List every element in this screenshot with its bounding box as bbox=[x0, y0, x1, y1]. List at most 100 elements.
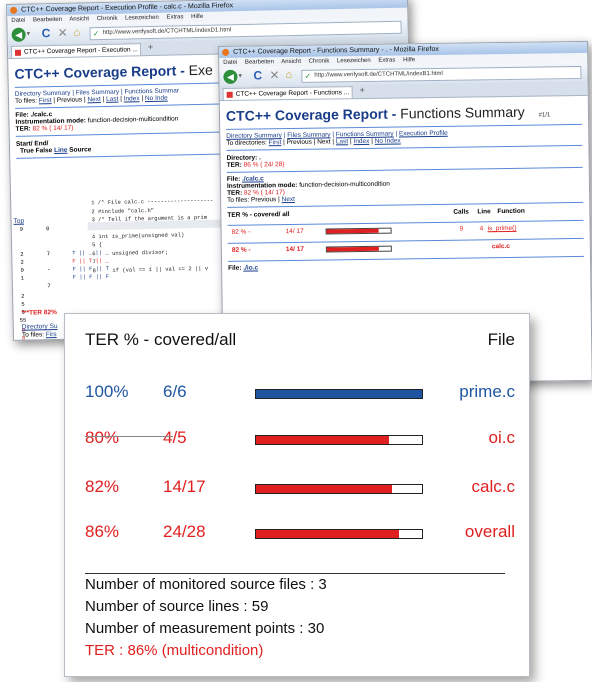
forward-dropdown-icon[interactable]: ▾ bbox=[27, 30, 31, 38]
menu-lesezeichen[interactable]: Lesezeichen bbox=[337, 58, 371, 64]
menu-lesezeichen[interactable]: Lesezeichen bbox=[125, 15, 159, 22]
row-covered: 14/ 17 bbox=[285, 245, 304, 254]
coverage-bar-fill bbox=[256, 436, 389, 444]
code-line: 4 int is_prime(unsigned val) bbox=[91, 231, 185, 241]
coverage-bar bbox=[255, 484, 423, 494]
count-row: 2 bbox=[20, 259, 23, 266]
coverage-summary-panel: TER % - covered/all File 100% 6/6 prime.… bbox=[64, 313, 530, 677]
stop-icon[interactable]: ✕ bbox=[269, 68, 279, 82]
row-file[interactable]: calc.c bbox=[472, 477, 515, 497]
coverage-bar-fill bbox=[256, 390, 422, 398]
cond-text: F || F || F bbox=[72, 272, 110, 281]
ter-label: TER: bbox=[226, 161, 242, 169]
menu-extras[interactable]: Extras bbox=[166, 14, 183, 20]
count-row: 0 - bbox=[21, 266, 51, 274]
reload-icon[interactable]: C bbox=[41, 26, 50, 40]
address-bar[interactable]: ✓ http://www.verifysoft.de/CTCHTML/index… bbox=[301, 65, 582, 83]
file-link[interactable]: ./io.c bbox=[243, 264, 258, 271]
count-false: 7 bbox=[47, 282, 51, 290]
extra-count: 5 bbox=[21, 300, 25, 308]
ter-value: 82 % ( 14/ 17) bbox=[32, 124, 74, 133]
index-link[interactable]: Index bbox=[124, 95, 140, 102]
execution-profile-link[interactable]: Execution Profile bbox=[399, 130, 448, 138]
count-true: 1 bbox=[20, 274, 25, 282]
count-false: 0 bbox=[46, 225, 50, 233]
forward-dropdown-icon[interactable]: ▾ bbox=[238, 72, 242, 80]
tab-favicon-icon bbox=[14, 49, 22, 56]
tab-favicon-icon bbox=[226, 91, 233, 98]
page-number: #1/1 bbox=[538, 112, 551, 119]
row-file[interactable]: oi.c bbox=[489, 428, 515, 448]
next-link[interactable]: Next bbox=[282, 196, 295, 203]
no-index-link[interactable]: No Inde bbox=[145, 95, 168, 102]
top-link[interactable]: Top bbox=[13, 218, 24, 225]
title-main: CTC++ Coverage Report - bbox=[225, 105, 397, 124]
row-percent: 100% bbox=[85, 382, 129, 401]
count-false: 7 bbox=[46, 250, 51, 258]
index-link[interactable]: Index bbox=[353, 138, 369, 145]
source-code: 1 /* File calc.c -------------------- 2 … bbox=[91, 189, 215, 284]
coverage-bar bbox=[255, 389, 423, 399]
function-link[interactable]: is_prime() bbox=[488, 225, 517, 232]
row-covered: 4/5 bbox=[163, 428, 187, 447]
first-link[interactable]: First bbox=[269, 139, 282, 146]
new-tab-icon[interactable]: + bbox=[360, 85, 365, 95]
to-files-label: To files: bbox=[21, 331, 45, 339]
row-covered: 6/6 bbox=[163, 382, 187, 401]
page-content: CTC++ Coverage Report - Functions Summar… bbox=[220, 96, 590, 276]
last-link[interactable]: Last bbox=[336, 138, 348, 145]
table-header: TER % - covered/ all Calls Line Function bbox=[227, 207, 583, 222]
mode-value: function-decision-multicondition bbox=[299, 180, 390, 189]
menu-chronik[interactable]: Chronik bbox=[309, 58, 330, 64]
col-line: Line bbox=[477, 208, 491, 216]
home-icon[interactable]: ⌂ bbox=[285, 69, 292, 81]
last-link[interactable]: Last bbox=[106, 96, 118, 103]
cond-row: F || F || T bbox=[72, 265, 108, 273]
menu-ansicht[interactable]: Ansicht bbox=[281, 59, 301, 65]
menu-chronik[interactable]: Chronik bbox=[97, 16, 118, 22]
first-link[interactable]: Firs bbox=[46, 331, 57, 338]
menu-bearbeiten[interactable]: Bearbeiten bbox=[245, 59, 274, 65]
cond-text: F || T || _ bbox=[72, 256, 109, 265]
count-row: 7 bbox=[21, 282, 51, 290]
reload-icon[interactable]: C bbox=[253, 68, 262, 82]
menu-ansicht[interactable]: Ansicht bbox=[69, 16, 89, 22]
code-line: 2 #include "calc.h" bbox=[91, 206, 155, 216]
file-label: File: bbox=[228, 264, 242, 272]
row-file[interactable]: prime.c bbox=[459, 382, 515, 402]
row-covered: 14/ 17 bbox=[285, 227, 304, 236]
menu-hilfe[interactable]: Hilfe bbox=[403, 57, 415, 63]
next-link[interactable]: Next bbox=[87, 96, 101, 103]
tab-functions-summary[interactable]: CTC++ Coverage Report - Functions ... bbox=[222, 86, 353, 100]
code-line: 8 if (val == 1 || val == 2 || v bbox=[92, 264, 209, 274]
tab-label: CTC++ Coverage Report - Functions ... bbox=[235, 89, 350, 98]
menu-bearbeiten[interactable]: Bearbeiten bbox=[33, 17, 62, 24]
first-link[interactable]: First bbox=[39, 97, 52, 104]
to-files-label: To files: bbox=[14, 97, 38, 105]
no-index-link[interactable]: No Index bbox=[375, 137, 401, 144]
count-true: 2 bbox=[20, 250, 24, 258]
row-file[interactable]: overall bbox=[465, 522, 515, 542]
stat-measurement-points: Number of measurement points : 30 bbox=[85, 620, 325, 637]
stop-icon[interactable]: ✕ bbox=[57, 26, 67, 40]
menu-extras[interactable]: Extras bbox=[378, 58, 395, 64]
count-false: - bbox=[46, 266, 51, 274]
address-text: http://www.verifysoft.de/CTCHTML/indexD1… bbox=[102, 27, 232, 36]
new-tab-icon[interactable]: + bbox=[148, 42, 153, 52]
home-icon[interactable]: ⌂ bbox=[73, 26, 80, 38]
next-label: Next bbox=[317, 138, 331, 146]
file-total-label: calc.c bbox=[491, 242, 510, 251]
menu-datei[interactable]: Datei bbox=[11, 18, 25, 24]
col-line[interactable]: Line bbox=[54, 147, 68, 154]
menu-datei[interactable]: Datei bbox=[223, 60, 237, 66]
row-ter: 82 % - bbox=[231, 228, 251, 236]
col-source: Source bbox=[69, 146, 92, 154]
directory-summary-link[interactable]: Directory Su bbox=[22, 323, 58, 331]
to-files-label: To files: Previous | bbox=[227, 196, 280, 204]
back-arrow-icon[interactable]: ◀ bbox=[223, 69, 238, 84]
back-arrow-icon[interactable]: ◀ bbox=[11, 27, 26, 42]
title-main: CTC++ Coverage Report - bbox=[14, 62, 185, 82]
page-title: CTC++ Coverage Report - Functions Summar… bbox=[226, 103, 582, 124]
row-percent: 80% bbox=[85, 428, 120, 447]
menu-hilfe[interactable]: Hilfe bbox=[191, 14, 203, 20]
